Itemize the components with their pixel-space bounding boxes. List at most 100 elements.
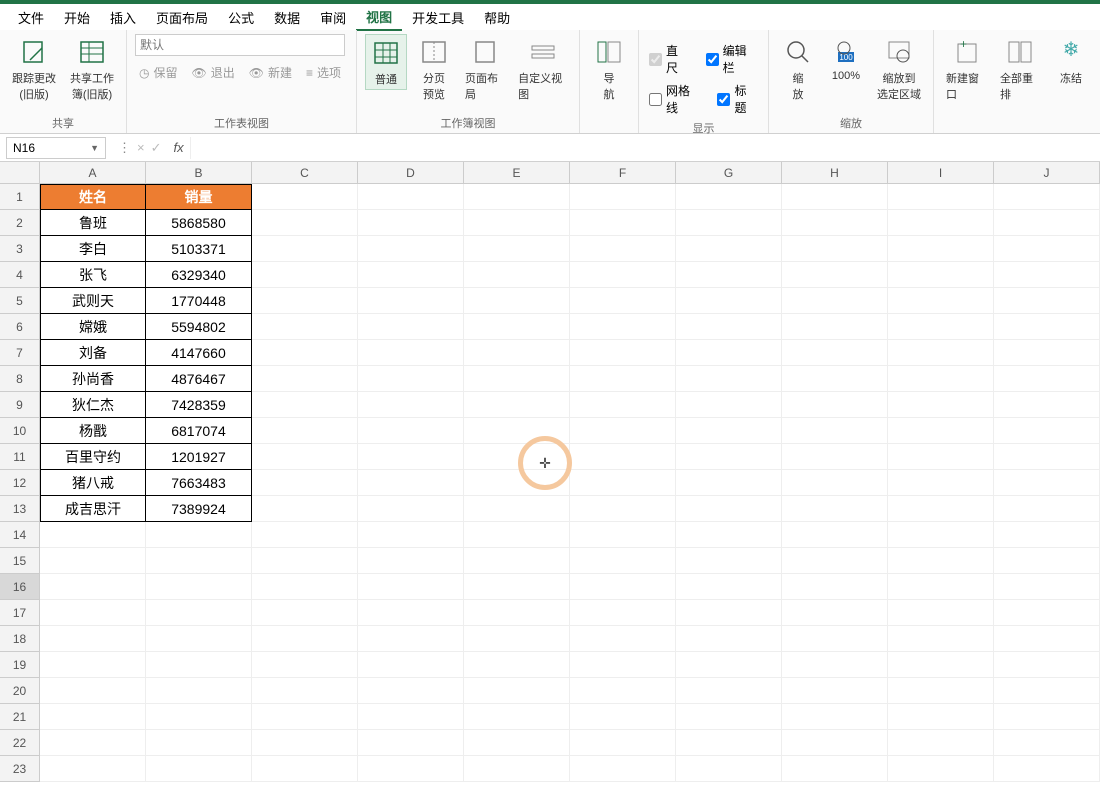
cell-C7[interactable] bbox=[252, 340, 358, 366]
cell-H23[interactable] bbox=[782, 756, 888, 782]
cell-C22[interactable] bbox=[252, 730, 358, 756]
cell-F2[interactable] bbox=[570, 210, 676, 236]
cell-E21[interactable] bbox=[464, 704, 570, 730]
col-header-G[interactable]: G bbox=[676, 162, 782, 184]
cell-J4[interactable] bbox=[994, 262, 1100, 288]
cell-C14[interactable] bbox=[252, 522, 358, 548]
headings-checkbox[interactable]: 标题 bbox=[715, 80, 760, 118]
row-header-12[interactable]: 12 bbox=[0, 470, 40, 496]
cell-G16[interactable] bbox=[676, 574, 782, 600]
cell-H21[interactable] bbox=[782, 704, 888, 730]
cell-H7[interactable] bbox=[782, 340, 888, 366]
cell-H1[interactable] bbox=[782, 184, 888, 210]
cell-E8[interactable] bbox=[464, 366, 570, 392]
page-break-button[interactable]: 分页 预览 bbox=[413, 34, 455, 104]
cell-G22[interactable] bbox=[676, 730, 782, 756]
cell-J7[interactable] bbox=[994, 340, 1100, 366]
cell-A10[interactable]: 杨戬 bbox=[40, 418, 146, 444]
row-header-17[interactable]: 17 bbox=[0, 600, 40, 626]
cell-E10[interactable] bbox=[464, 418, 570, 444]
row-header-13[interactable]: 13 bbox=[0, 496, 40, 522]
row-header-2[interactable]: 2 bbox=[0, 210, 40, 236]
cancel-icon[interactable]: × bbox=[137, 140, 145, 155]
menu-页面布局[interactable]: 页面布局 bbox=[146, 5, 218, 30]
share-workbook-button[interactable]: 共享工作 簿(旧版) bbox=[66, 34, 118, 104]
col-header-A[interactable]: A bbox=[40, 162, 146, 184]
cell-E2[interactable] bbox=[464, 210, 570, 236]
cell-H3[interactable] bbox=[782, 236, 888, 262]
cell-H2[interactable] bbox=[782, 210, 888, 236]
cell-C10[interactable] bbox=[252, 418, 358, 444]
cell-I5[interactable] bbox=[888, 288, 994, 314]
cell-A15[interactable] bbox=[40, 548, 146, 574]
cell-B4[interactable]: 6329340 bbox=[146, 262, 252, 288]
cell-A4[interactable]: 张飞 bbox=[40, 262, 146, 288]
sheet-view-select[interactable] bbox=[135, 34, 345, 56]
cell-C16[interactable] bbox=[252, 574, 358, 600]
row-header-20[interactable]: 20 bbox=[0, 678, 40, 704]
cell-D5[interactable] bbox=[358, 288, 464, 314]
cell-G5[interactable] bbox=[676, 288, 782, 314]
cell-I6[interactable] bbox=[888, 314, 994, 340]
cell-G4[interactable] bbox=[676, 262, 782, 288]
menu-开始[interactable]: 开始 bbox=[54, 5, 100, 30]
cell-F20[interactable] bbox=[570, 678, 676, 704]
cell-I15[interactable] bbox=[888, 548, 994, 574]
cell-H18[interactable] bbox=[782, 626, 888, 652]
cell-G12[interactable] bbox=[676, 470, 782, 496]
cell-F16[interactable] bbox=[570, 574, 676, 600]
cell-I20[interactable] bbox=[888, 678, 994, 704]
row-header-9[interactable]: 9 bbox=[0, 392, 40, 418]
cell-D2[interactable] bbox=[358, 210, 464, 236]
cell-E16[interactable] bbox=[464, 574, 570, 600]
cell-J8[interactable] bbox=[994, 366, 1100, 392]
cell-I21[interactable] bbox=[888, 704, 994, 730]
freeze-panes-button[interactable]: ❄ 冻结 bbox=[1050, 34, 1092, 88]
col-header-I[interactable]: I bbox=[888, 162, 994, 184]
cell-H9[interactable] bbox=[782, 392, 888, 418]
cell-E7[interactable] bbox=[464, 340, 570, 366]
cell-D14[interactable] bbox=[358, 522, 464, 548]
cell-A7[interactable]: 刘备 bbox=[40, 340, 146, 366]
cell-B19[interactable] bbox=[146, 652, 252, 678]
cell-J18[interactable] bbox=[994, 626, 1100, 652]
cell-E9[interactable] bbox=[464, 392, 570, 418]
row-header-18[interactable]: 18 bbox=[0, 626, 40, 652]
cell-B17[interactable] bbox=[146, 600, 252, 626]
row-header-11[interactable]: 11 bbox=[0, 444, 40, 470]
cell-H19[interactable] bbox=[782, 652, 888, 678]
menu-开发工具[interactable]: 开发工具 bbox=[402, 5, 474, 30]
col-header-C[interactable]: C bbox=[252, 162, 358, 184]
cell-D1[interactable] bbox=[358, 184, 464, 210]
cell-G10[interactable] bbox=[676, 418, 782, 444]
col-header-D[interactable]: D bbox=[358, 162, 464, 184]
cell-C12[interactable] bbox=[252, 470, 358, 496]
ruler-checkbox[interactable]: 直尺 bbox=[647, 40, 692, 78]
cell-H22[interactable] bbox=[782, 730, 888, 756]
cell-G17[interactable] bbox=[676, 600, 782, 626]
cell-E3[interactable] bbox=[464, 236, 570, 262]
cell-A6[interactable]: 嫦娥 bbox=[40, 314, 146, 340]
cell-F21[interactable] bbox=[570, 704, 676, 730]
row-header-7[interactable]: 7 bbox=[0, 340, 40, 366]
cell-J14[interactable] bbox=[994, 522, 1100, 548]
cells-area[interactable]: 姓名销量鲁班5868580李白5103371张飞6329340武则天177044… bbox=[40, 184, 1100, 782]
cell-E18[interactable] bbox=[464, 626, 570, 652]
cell-C8[interactable] bbox=[252, 366, 358, 392]
cell-F1[interactable] bbox=[570, 184, 676, 210]
cell-H6[interactable] bbox=[782, 314, 888, 340]
cell-B3[interactable]: 5103371 bbox=[146, 236, 252, 262]
cell-I14[interactable] bbox=[888, 522, 994, 548]
cell-E17[interactable] bbox=[464, 600, 570, 626]
cell-G7[interactable] bbox=[676, 340, 782, 366]
cell-B7[interactable]: 4147660 bbox=[146, 340, 252, 366]
cell-E6[interactable] bbox=[464, 314, 570, 340]
cell-A20[interactable] bbox=[40, 678, 146, 704]
cell-D22[interactable] bbox=[358, 730, 464, 756]
row-header-15[interactable]: 15 bbox=[0, 548, 40, 574]
cell-H10[interactable] bbox=[782, 418, 888, 444]
cell-I23[interactable] bbox=[888, 756, 994, 782]
cell-G9[interactable] bbox=[676, 392, 782, 418]
cell-I1[interactable] bbox=[888, 184, 994, 210]
cell-B1[interactable]: 销量 bbox=[146, 184, 252, 210]
